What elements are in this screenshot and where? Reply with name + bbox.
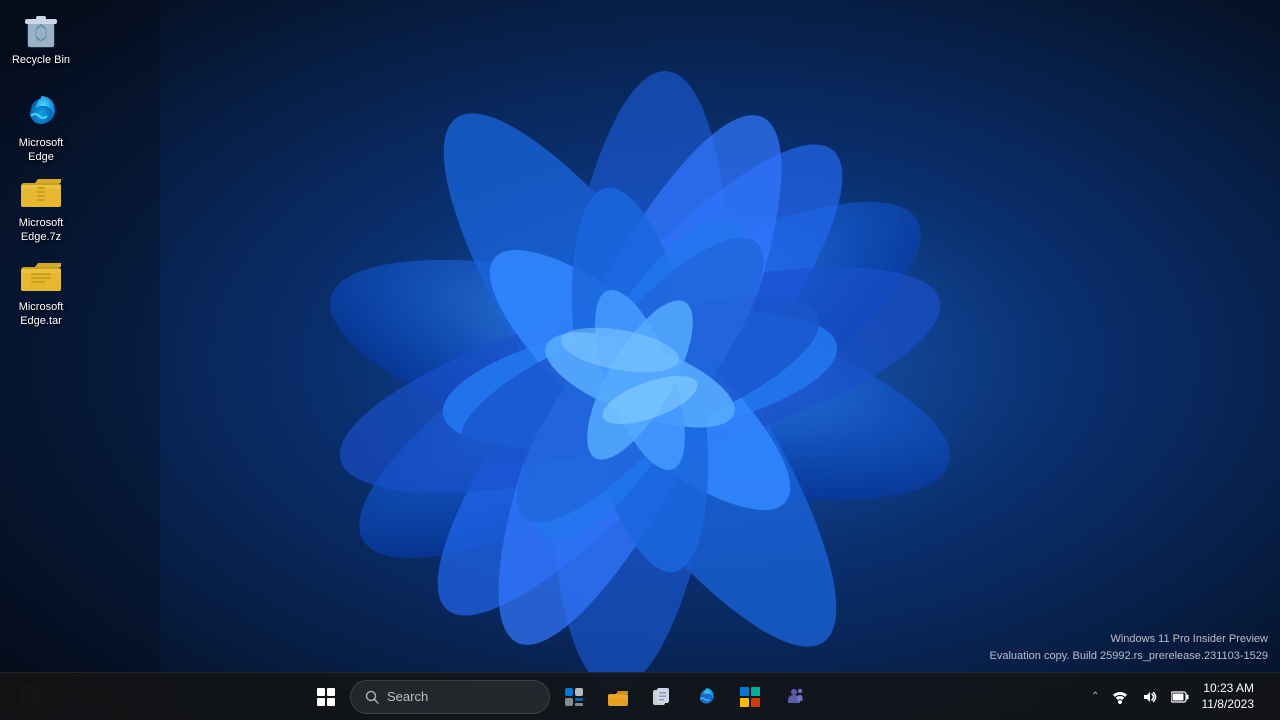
network-icon[interactable] <box>1108 681 1132 713</box>
taskbar-right: ⌃ <box>1060 679 1280 714</box>
edge-tar-label: Microsoft Edge.tar <box>9 300 73 329</box>
store-button[interactable] <box>730 677 770 717</box>
taskbar: Search <box>0 672 1280 720</box>
clock-date: 11/8/2023 <box>1202 697 1255 713</box>
search-icon <box>365 690 379 704</box>
desktop-icon-recycle-bin[interactable]: Recycle Bin <box>5 5 77 71</box>
edge-taskbar-button[interactable] <box>686 677 726 717</box>
widgets-button[interactable] <box>554 677 594 717</box>
file-explorer-button[interactable] <box>598 677 638 717</box>
files-button[interactable] <box>642 677 682 717</box>
edge-label: Microsoft Edge <box>9 136 73 165</box>
recycle-bin-icon <box>21 9 61 49</box>
start-button[interactable] <box>306 677 346 717</box>
desktop-icon-edge-tar[interactable]: Microsoft Edge.tar <box>5 252 77 333</box>
edge-7z-label: Microsoft Edge.7z <box>9 216 73 245</box>
clock-time: 10:23 AM <box>1203 681 1254 697</box>
teams-button[interactable] <box>774 677 814 717</box>
desktop-icon-edge-7z[interactable]: Microsoft Edge.7z <box>5 168 77 249</box>
windows-watermark: Windows 11 Pro Insider Preview Evaluatio… <box>990 631 1268 664</box>
volume-icon[interactable] <box>1138 681 1162 713</box>
desktop-icon-edge[interactable]: Microsoft Edge <box>5 88 77 169</box>
folder-7z-icon <box>21 172 61 212</box>
system-clock[interactable]: 10:23 AM 11/8/2023 <box>1198 679 1259 714</box>
desktop: Recycle Bin <box>0 0 1280 720</box>
recycle-bin-label: Recycle Bin <box>12 53 70 67</box>
search-placeholder: Search <box>387 689 428 704</box>
taskbar-center: Search <box>60 677 1060 717</box>
watermark-line1: Windows 11 Pro Insider Preview <box>990 631 1268 648</box>
edge-icon <box>21 92 61 132</box>
tray-expand-arrow[interactable]: ⌃ <box>1089 687 1101 706</box>
battery-icon[interactable] <box>1168 681 1192 713</box>
watermark-line2: Evaluation copy. Build 25992.rs_prerelea… <box>990 648 1268 665</box>
folder-tar-icon <box>21 256 61 296</box>
search-box[interactable]: Search <box>350 680 550 714</box>
